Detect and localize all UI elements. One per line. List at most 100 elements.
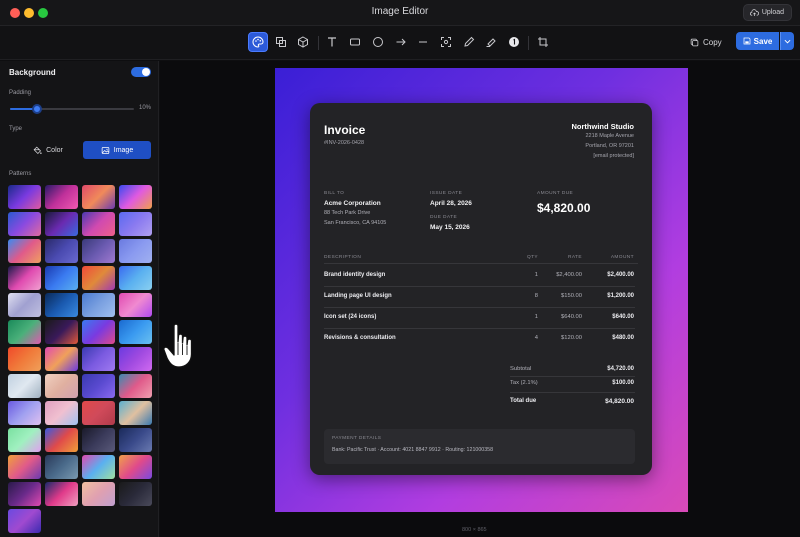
type-color-option[interactable]: Color xyxy=(14,141,82,159)
highlighter-tool-button[interactable] xyxy=(481,32,501,52)
pattern-thumbnail[interactable] xyxy=(82,212,115,236)
copy-button[interactable]: Copy xyxy=(690,33,722,51)
pattern-thumbnail[interactable] xyxy=(8,482,41,506)
pattern-thumbnail[interactable] xyxy=(45,374,78,398)
text-icon xyxy=(328,37,336,47)
pattern-thumbnail[interactable] xyxy=(82,428,115,452)
line-item-qty: 4 xyxy=(534,335,538,341)
line-item-amount: $2,400.00 xyxy=(607,272,634,278)
background-toggle[interactable] xyxy=(131,67,151,77)
pattern-thumbnail[interactable] xyxy=(45,320,78,344)
palette-tool-button[interactable] xyxy=(248,32,268,52)
circle-tool-button[interactable] xyxy=(368,32,388,52)
window-title: Image Editor xyxy=(371,6,429,17)
type-label: Type xyxy=(9,126,23,132)
paint-bucket-icon xyxy=(33,146,42,154)
pattern-thumbnail[interactable] xyxy=(8,266,41,290)
floppy-disk-icon xyxy=(743,37,751,45)
pattern-thumbnail[interactable] xyxy=(8,185,41,209)
circle-icon xyxy=(373,37,383,47)
pattern-thumbnail[interactable] xyxy=(82,185,115,209)
pattern-thumbnail[interactable] xyxy=(82,320,115,344)
pattern-thumbnail[interactable] xyxy=(119,374,152,398)
pattern-thumbnail[interactable] xyxy=(8,509,41,533)
pattern-thumbnail[interactable] xyxy=(119,320,152,344)
pattern-thumbnail[interactable] xyxy=(8,428,41,452)
crop-frames-tool-button[interactable] xyxy=(271,32,291,52)
pattern-thumbnail[interactable] xyxy=(8,401,41,425)
pattern-thumbnail[interactable] xyxy=(82,401,115,425)
pattern-thumbnail[interactable] xyxy=(82,293,115,317)
subtotal-label: Subtotal xyxy=(510,366,532,372)
padding-label: Padding xyxy=(9,90,32,96)
pattern-thumbnail[interactable] xyxy=(8,347,41,371)
column-header-qty: QTY xyxy=(526,255,538,260)
pattern-thumbnail[interactable] xyxy=(45,212,78,236)
invoice-title: Invoice xyxy=(324,123,366,137)
subtotal-value: $4,720.00 xyxy=(607,366,634,372)
pattern-thumbnail[interactable] xyxy=(45,482,78,506)
pattern-thumbnail[interactable] xyxy=(119,266,152,290)
company-address-line: Portland, OR 97201 xyxy=(585,143,634,149)
pattern-thumbnail[interactable] xyxy=(8,239,41,263)
pattern-thumbnail[interactable] xyxy=(82,347,115,371)
pattern-thumbnail[interactable] xyxy=(45,401,78,425)
save-options-button[interactable] xyxy=(780,32,794,50)
pattern-thumbnail[interactable] xyxy=(8,320,41,344)
patterns-label: Patterns xyxy=(9,171,32,177)
pattern-thumbnail[interactable] xyxy=(8,455,41,479)
pattern-thumbnail[interactable] xyxy=(82,482,115,506)
pattern-thumbnail[interactable] xyxy=(45,293,78,317)
pattern-thumbnail[interactable] xyxy=(8,212,41,236)
pattern-thumbnail[interactable] xyxy=(82,266,115,290)
pattern-thumbnail[interactable] xyxy=(119,401,152,425)
cube-icon xyxy=(298,36,308,48)
bill-to-address-line: 88 Tech Park Drive xyxy=(324,210,371,216)
pattern-thumbnail[interactable] xyxy=(45,239,78,263)
line-item-description: Icon set (24 icons) xyxy=(324,314,377,320)
line-item-qty: 1 xyxy=(534,314,538,320)
pattern-thumbnail[interactable] xyxy=(45,266,78,290)
pattern-thumbnail[interactable] xyxy=(119,293,152,317)
canvas-dimensions: 800 × 865 xyxy=(462,527,487,533)
padding-slider[interactable] xyxy=(10,104,134,114)
rectangle-tool-button[interactable] xyxy=(345,32,365,52)
line-item-divider xyxy=(324,286,635,287)
pattern-thumbnail[interactable] xyxy=(119,239,152,263)
pattern-thumbnail[interactable] xyxy=(119,347,152,371)
pattern-thumbnail[interactable] xyxy=(119,212,152,236)
line-tool-button[interactable] xyxy=(413,32,433,52)
pattern-thumbnail[interactable] xyxy=(119,185,152,209)
pattern-thumbnail[interactable] xyxy=(119,482,152,506)
padding-slider-thumb[interactable] xyxy=(32,104,43,114)
arrow-tool-button[interactable] xyxy=(391,32,411,52)
invoice-card[interactable]: Invoice #INV-2026-0428 Northwind Studio … xyxy=(310,103,652,475)
pattern-thumbnail[interactable] xyxy=(82,455,115,479)
bill-to-name: Acme Corporation xyxy=(324,200,381,207)
palette-icon xyxy=(252,36,264,48)
save-button[interactable]: Save xyxy=(736,32,779,50)
line-item-description: Revisions & consultation xyxy=(324,335,396,341)
focus-tool-button[interactable] xyxy=(436,32,456,52)
pattern-thumbnail[interactable] xyxy=(119,428,152,452)
pattern-thumbnail[interactable] xyxy=(45,428,78,452)
pattern-thumbnail[interactable] xyxy=(45,347,78,371)
pattern-thumbnail[interactable] xyxy=(8,293,41,317)
text-tool-button[interactable] xyxy=(322,32,342,52)
pen-tool-button[interactable] xyxy=(459,32,479,52)
pattern-thumbnail[interactable] xyxy=(82,374,115,398)
step-number-tool-button[interactable] xyxy=(504,32,524,52)
toolbar-divider xyxy=(318,36,319,50)
column-header-description: DESCRIPTION xyxy=(324,255,362,260)
upload-button[interactable]: Upload xyxy=(742,4,792,21)
pattern-thumbnail[interactable] xyxy=(8,374,41,398)
line-item-qty: 8 xyxy=(534,293,538,299)
3d-tool-button[interactable] xyxy=(293,32,313,52)
type-image-option[interactable]: Image xyxy=(83,141,151,159)
crop-tool-button[interactable] xyxy=(533,32,553,52)
pattern-thumbnail[interactable] xyxy=(45,455,78,479)
pattern-thumbnail[interactable] xyxy=(119,455,152,479)
title-bar: Image Editor Upload xyxy=(0,0,800,26)
pattern-thumbnail[interactable] xyxy=(45,185,78,209)
pattern-thumbnail[interactable] xyxy=(82,239,115,263)
